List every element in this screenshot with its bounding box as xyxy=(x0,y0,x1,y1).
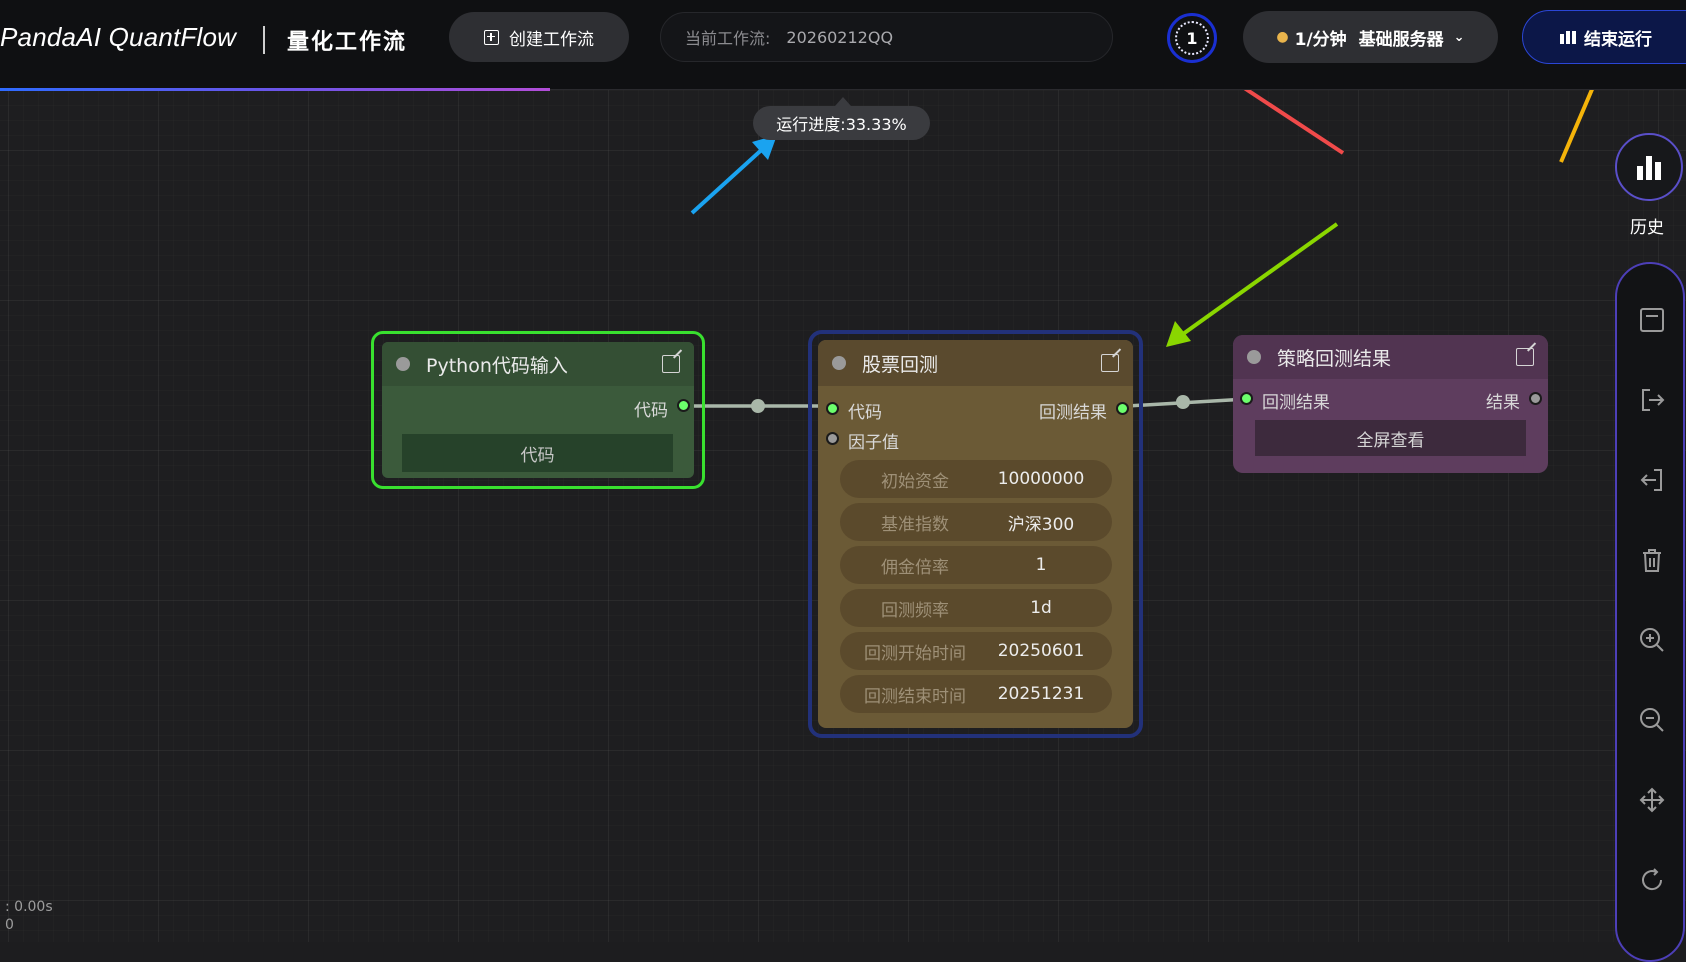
output-port-result[interactable] xyxy=(1529,392,1542,405)
node-header[interactable]: 策略回测结果 xyxy=(1233,335,1548,379)
save-icon[interactable] xyxy=(1634,302,1670,338)
output-port-result[interactable] xyxy=(1116,402,1129,415)
port-label-result-out: 回测结果 xyxy=(1039,403,1107,423)
canvas-toolbar xyxy=(1615,262,1685,962)
param-key: 佣金倍率 xyxy=(881,557,949,578)
node-status-dot xyxy=(832,356,846,370)
param-value: 20250601 xyxy=(997,641,1085,661)
param-value: 沪深300 xyxy=(1007,514,1075,535)
fullscreen-view-button[interactable]: 全屏查看 xyxy=(1255,420,1526,456)
param-key: 回测频率 xyxy=(881,600,949,621)
node-status-dot xyxy=(396,357,410,371)
import-icon[interactable] xyxy=(1634,462,1670,498)
param-start-date[interactable]: 回测开始时间 20250601 xyxy=(840,632,1112,670)
output-port-code[interactable] xyxy=(677,399,690,412)
edge-midpoint xyxy=(751,399,765,413)
zoom-in-icon[interactable] xyxy=(1634,622,1670,658)
node-status-dot xyxy=(1247,350,1261,364)
current-workflow-value: 20260212QQ xyxy=(786,27,894,47)
stats-time: : 0.00s xyxy=(5,899,53,915)
input-port-code[interactable] xyxy=(826,402,839,415)
node-title: Python代码输入 xyxy=(426,354,568,377)
port-label-result-in: 回测结果 xyxy=(1262,393,1330,413)
param-value: 1 xyxy=(1035,555,1047,575)
refresh-icon[interactable] xyxy=(1634,862,1670,898)
param-benchmark-index[interactable]: 基准指数 沪深300 xyxy=(840,503,1112,541)
brand-logo: PandaAI QuantFlow xyxy=(0,22,237,52)
brand-subtitle: 量化工作流 xyxy=(287,30,408,55)
delete-icon[interactable] xyxy=(1634,542,1670,578)
stop-run-button[interactable]: 结束运行 xyxy=(1522,10,1686,64)
param-value: 10000000 xyxy=(997,469,1085,489)
input-port-factor[interactable] xyxy=(826,432,839,445)
port-label-out: 结果 xyxy=(1486,393,1520,413)
edit-icon[interactable] xyxy=(1101,354,1119,372)
param-value: 1d xyxy=(1030,598,1052,618)
create-workflow-button[interactable]: 创建工作流 xyxy=(449,12,629,62)
port-label-code-in: 代码 xyxy=(848,403,882,423)
run-progress-tooltip: 运行进度:33.33% xyxy=(753,97,930,140)
param-commission-rate[interactable]: 佣金倍率 1 xyxy=(840,546,1112,584)
param-key: 初始资金 xyxy=(881,471,949,492)
run-status-count: 1 xyxy=(1175,21,1209,55)
node-strategy-result[interactable]: 策略回测结果 回测结果 结果 全屏查看 xyxy=(1233,335,1548,473)
brand-divider xyxy=(263,26,265,54)
bar-chart-icon xyxy=(1560,30,1576,44)
history-button[interactable] xyxy=(1615,133,1683,201)
param-key: 回测开始时间 xyxy=(864,643,966,664)
port-label-code-out: 代码 xyxy=(634,401,668,421)
history-label: 历史 xyxy=(1630,218,1664,238)
node-header[interactable]: 股票回测 xyxy=(818,340,1133,386)
node-header[interactable]: Python代码输入 xyxy=(382,342,694,386)
annotation-arrow-blue xyxy=(690,135,777,215)
server-name: 基础服务器 xyxy=(1358,29,1444,50)
node-python-code-input[interactable]: Python代码输入 代码 代码 xyxy=(371,331,705,489)
export-icon[interactable] xyxy=(1634,382,1670,418)
stats-count: 0 xyxy=(5,917,14,933)
param-value: 20251231 xyxy=(997,684,1085,704)
plus-square-icon xyxy=(484,29,499,45)
node-title: 策略回测结果 xyxy=(1277,347,1392,370)
node-stock-backtest[interactable]: 股票回测 代码 因子值 回测结果 初始资金 10000000 基准指数 沪深30… xyxy=(808,330,1143,738)
edge-midpoint xyxy=(1176,395,1190,409)
chevron-down-icon: ⌄ xyxy=(1453,29,1465,45)
code-editor-button[interactable]: 代码 xyxy=(402,434,673,472)
edit-icon[interactable] xyxy=(1516,348,1534,366)
port-label-factor-in: 因子值 xyxy=(848,433,899,453)
current-workflow-field[interactable]: 当前工作流: 20260212QQ xyxy=(660,12,1113,62)
param-initial-capital[interactable]: 初始资金 10000000 xyxy=(840,460,1112,498)
run-status-indicator[interactable]: 1 xyxy=(1167,13,1217,63)
stop-run-label: 结束运行 xyxy=(1584,29,1652,50)
top-bar: PandaAI QuantFlow 量化工作流 创建工作流 当前工作流: 202… xyxy=(0,0,1686,91)
edit-icon[interactable] xyxy=(662,355,680,373)
zoom-out-icon[interactable] xyxy=(1634,702,1670,738)
node-title: 股票回测 xyxy=(862,353,939,376)
param-backtest-frequency[interactable]: 回测频率 1d xyxy=(840,589,1112,627)
server-select[interactable]: ● 1/分钟 基础服务器 ⌄ xyxy=(1243,11,1498,63)
param-key: 回测结束时间 xyxy=(864,686,966,707)
fit-view-icon[interactable] xyxy=(1634,782,1670,818)
run-progress-bar xyxy=(0,88,550,91)
param-key: 基准指数 xyxy=(881,514,949,535)
coin-icon: ● xyxy=(1276,29,1289,45)
annotation-arrow-green xyxy=(1166,222,1339,347)
input-port-result[interactable] xyxy=(1240,392,1253,405)
create-workflow-label: 创建工作流 xyxy=(509,29,594,50)
bar-chart-icon xyxy=(1637,156,1661,180)
server-rate: 1/分钟 xyxy=(1294,29,1347,50)
current-workflow-label: 当前工作流: xyxy=(685,29,771,48)
param-end-date[interactable]: 回测结束时间 20251231 xyxy=(840,675,1112,713)
